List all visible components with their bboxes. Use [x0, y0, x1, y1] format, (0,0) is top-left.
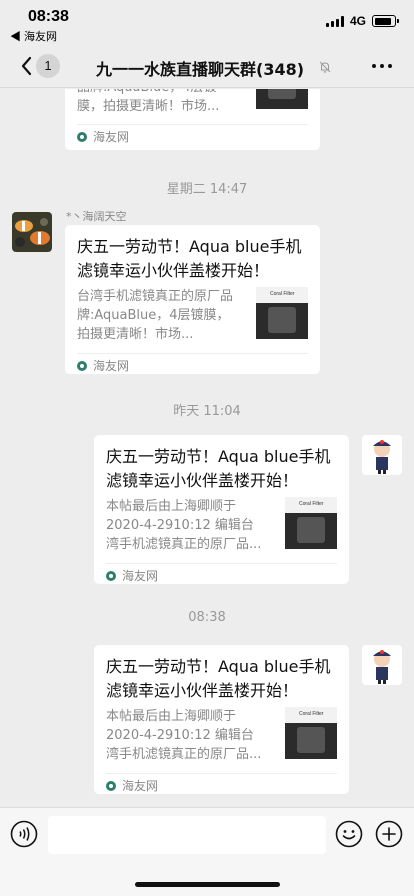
card-source: 海友网	[77, 353, 308, 377]
plus-icon[interactable]	[375, 820, 403, 848]
card-thumbnail: Coral Filter	[285, 497, 337, 549]
timestamp: 昨天 11:04	[173, 404, 241, 419]
avatar-cartoon-image	[362, 435, 402, 475]
unread-count-badge[interactable]: 1	[36, 54, 60, 78]
sender-name: *丶海阔天空	[66, 210, 127, 223]
status-time: 08:38	[28, 8, 69, 25]
timestamp: 星期二 14:47	[166, 182, 248, 197]
source-icon	[106, 780, 116, 791]
link-card[interactable]: 庆五一劳动节！Aqua blue手机滤镜幸运小伙伴盖楼开始！ 台湾手机滤镜真正的…	[65, 225, 320, 374]
chat-message-list[interactable]: 品牌:AquaBlue，4层镀膜，拍摄更清晰！市场... 海友网 星期二 14:…	[0, 89, 414, 807]
timestamp: 08:38	[188, 610, 226, 625]
card-source-label: 海友网	[93, 359, 130, 373]
status-indicators: 4G	[325, 14, 399, 28]
card-desc: 品牌:AquaBlue，4层镀膜，拍摄更清晰！市场...	[77, 89, 220, 114]
card-source: 海友网	[77, 124, 308, 148]
thumb-text: Coral Filter	[270, 291, 295, 297]
link-card[interactable]: 庆五一劳动节！Aqua blue手机滤镜幸运小伙伴盖楼开始！ 本帖最后由上海卿顺…	[94, 645, 349, 794]
card-desc: 本帖最后由上海卿顺于 2020-4-2910:12 编辑台湾手机滤镜真正的原厂品…	[106, 499, 262, 552]
card-title: 庆五一劳动节！Aqua blue手机滤镜幸运小伙伴盖楼开始！	[106, 447, 331, 490]
avatar-clownfish-image	[12, 212, 52, 252]
thumb-text: Coral Filter	[299, 501, 324, 507]
avatar-self[interactable]	[362, 435, 402, 475]
card-thumbnail: Coral Filter	[256, 287, 308, 339]
card-title: 庆五一劳动节！Aqua blue手机滤镜幸运小伙伴盖楼开始！	[77, 237, 302, 280]
avatar[interactable]	[12, 212, 52, 252]
battery-icon	[372, 15, 399, 27]
bell-muted-icon	[319, 61, 331, 73]
card-desc: 本帖最后由上海卿顺于 2020-4-2910:12 编辑台湾手机滤镜真正的原厂品…	[106, 709, 262, 762]
signal-icon	[325, 15, 344, 27]
card-source-label: 海友网	[122, 779, 159, 793]
avatar-cartoon-image	[362, 645, 402, 685]
status-bar: 08:38 ◀ 海友网 4G	[0, 0, 414, 44]
avatar-self[interactable]	[362, 645, 402, 685]
source-icon	[77, 131, 87, 142]
status-back-app-link[interactable]: ◀ 海友网	[10, 28, 57, 44]
card-thumbnail	[256, 89, 308, 109]
link-card-partial[interactable]: 品牌:AquaBlue，4层镀膜，拍摄更清晰！市场... 海友网	[65, 89, 320, 150]
card-source: 海友网	[106, 773, 337, 797]
card-desc: 台湾手机滤镜真正的原厂品牌:AquaBlue，4层镀膜，拍摄更清晰！市场...	[77, 289, 234, 342]
source-icon	[77, 360, 87, 371]
thumb-text: Coral Filter	[299, 711, 324, 717]
message-input[interactable]	[48, 816, 326, 854]
home-indicator	[135, 882, 280, 887]
link-card[interactable]: 庆五一劳动节！Aqua blue手机滤镜幸运小伙伴盖楼开始！ 本帖最后由上海卿顺…	[94, 435, 349, 584]
chat-header: 1 九一一水族直播聊天群(348)	[0, 44, 414, 88]
chat-title: 九一一水族直播聊天群(348)	[96, 60, 305, 79]
card-source: 海友网	[106, 563, 337, 587]
card-thumbnail: Coral Filter	[285, 707, 337, 759]
voice-icon[interactable]	[10, 820, 38, 848]
network-type: 4G	[349, 14, 366, 28]
emoji-icon[interactable]	[335, 820, 363, 848]
card-title: 庆五一劳动节！Aqua blue手机滤镜幸运小伙伴盖楼开始！	[106, 657, 331, 700]
source-icon	[106, 570, 116, 581]
card-source-label: 海友网	[93, 130, 130, 144]
more-icon[interactable]	[372, 64, 392, 68]
card-source-label: 海友网	[122, 569, 159, 583]
